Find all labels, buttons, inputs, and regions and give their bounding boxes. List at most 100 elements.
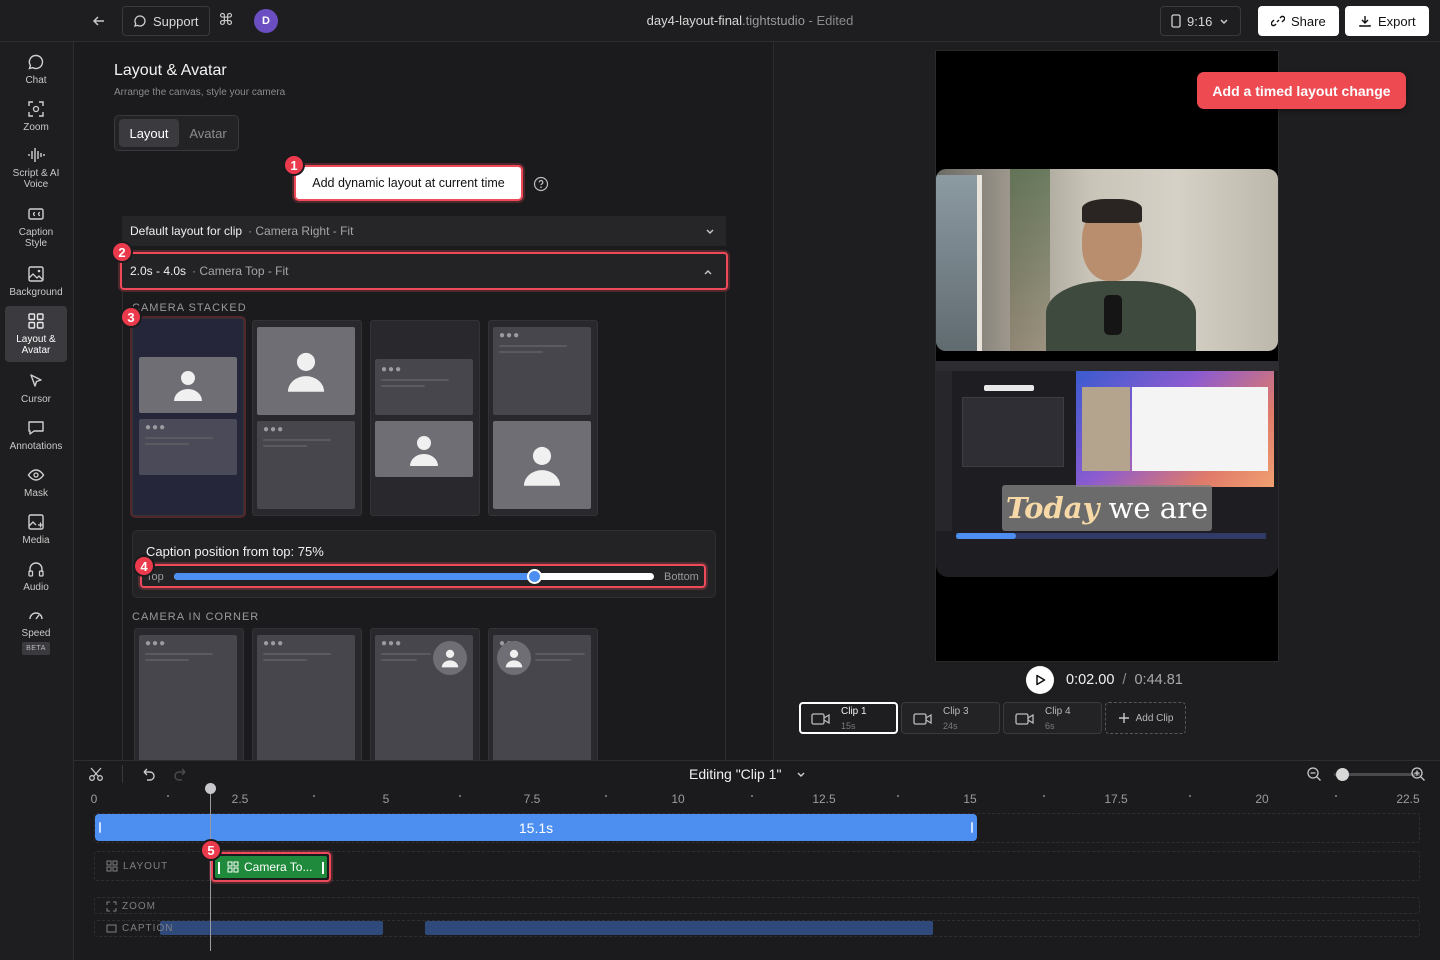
layout-segment-row[interactable]: 2.0s - 4.0s · Camera Top - Fit bbox=[120, 252, 728, 290]
chip-handle-left[interactable] bbox=[218, 862, 220, 874]
top-bar: Support ⌘ D day4-layout-final.tightstudi… bbox=[0, 0, 1440, 42]
clip-bar[interactable]: 15.1s bbox=[95, 814, 977, 841]
layout-track-text: LAYOUT bbox=[123, 860, 169, 872]
sidebar-item-layout-avatar[interactable]: Layout & Avatar bbox=[5, 306, 67, 362]
chip-handle-right[interactable] bbox=[322, 862, 324, 874]
tool-sidebar: Chat Zoom Script & AI Voice Caption Styl… bbox=[0, 42, 74, 960]
add-clip-button[interactable]: Add Clip bbox=[1105, 702, 1186, 734]
content-line bbox=[535, 653, 585, 655]
caption-segment[interactable] bbox=[425, 921, 933, 935]
sidebar-item-label: Layout & Avatar bbox=[16, 334, 56, 356]
person-icon bbox=[287, 352, 325, 392]
layout-chip-label: Camera To... bbox=[244, 860, 313, 874]
caption-segment[interactable] bbox=[160, 921, 383, 935]
ruler-minor-tick bbox=[1189, 795, 1191, 797]
content-line bbox=[263, 653, 331, 655]
video-canvas[interactable]: Today we are bbox=[935, 50, 1279, 662]
layout-segment-chip[interactable]: Camera To... bbox=[211, 852, 331, 882]
layout-option-camera-top-fill[interactable]: ●●● bbox=[252, 320, 362, 516]
back-button[interactable] bbox=[88, 11, 110, 31]
clip-chip-4[interactable]: Clip 4 6s bbox=[1003, 702, 1102, 734]
tab-avatar[interactable]: Avatar bbox=[183, 119, 233, 147]
ruler-minor-tick bbox=[459, 795, 461, 797]
corner-avatar bbox=[433, 641, 467, 675]
eye-icon bbox=[27, 468, 45, 481]
export-label: Export bbox=[1378, 13, 1416, 29]
sidebar-item-chat[interactable]: Chat bbox=[5, 48, 67, 90]
caption-overlay[interactable]: Today we are bbox=[1002, 485, 1212, 531]
sidebar-item-label: Chat bbox=[25, 74, 47, 86]
sidebar-item-caption-style[interactable]: Caption Style bbox=[5, 201, 67, 253]
play-button[interactable] bbox=[1026, 666, 1054, 694]
sidebar-item-label: Speed bbox=[21, 627, 51, 639]
layout-option-camera-bottom[interactable]: ●●● bbox=[370, 320, 480, 516]
clip-handle-left[interactable] bbox=[99, 822, 101, 833]
user-avatar[interactable]: D bbox=[254, 9, 278, 33]
layout-track-label: LAYOUT bbox=[106, 860, 168, 872]
sidebar-item-audio[interactable]: Audio bbox=[5, 555, 67, 597]
sidebar-item-label: Script & AI Voice bbox=[12, 168, 60, 190]
sidebar-item-zoom[interactable]: Zoom bbox=[5, 95, 67, 137]
sidebar-item-label: Annotations bbox=[9, 440, 63, 452]
support-button[interactable]: Support bbox=[122, 6, 210, 36]
time-separator: / bbox=[1122, 672, 1127, 688]
recorded-toolbar bbox=[936, 361, 1278, 371]
clip-chip-1[interactable]: Clip 1 15s bbox=[799, 702, 898, 734]
zoom-track bbox=[94, 897, 1420, 914]
layout-option-corner-2[interactable]: ●●● bbox=[252, 628, 362, 760]
layout-option-corner-4[interactable]: ●●● bbox=[488, 628, 598, 760]
sidebar-item-speed[interactable]: Speed BETA bbox=[5, 602, 67, 658]
panel-subtitle: Arrange the canvas, style your camera bbox=[114, 87, 286, 98]
ruler-tick-label: 20 bbox=[1255, 792, 1269, 806]
clip-chip-3[interactable]: Clip 3 24s bbox=[901, 702, 1000, 734]
arrow-left-icon bbox=[92, 16, 104, 26]
annotation-icon bbox=[28, 420, 44, 435]
person-hair bbox=[1082, 199, 1142, 223]
media-icon bbox=[28, 513, 44, 530]
playhead-knob[interactable] bbox=[205, 783, 216, 794]
sidebar-item-label: Audio bbox=[23, 581, 49, 593]
chevron-up-icon bbox=[704, 270, 712, 275]
tab-layout[interactable]: Layout bbox=[119, 119, 179, 147]
default-layout-row[interactable]: Default layout for clip · Camera Right -… bbox=[122, 216, 726, 246]
headphones-icon bbox=[28, 561, 44, 577]
sidebar-item-media[interactable]: Media bbox=[5, 508, 67, 550]
command-button[interactable]: ⌘ bbox=[218, 10, 234, 30]
sidebar-item-cursor[interactable]: Cursor bbox=[5, 367, 67, 409]
plus-icon bbox=[1118, 713, 1129, 723]
aspect-ratio-dropdown[interactable]: 9:16 bbox=[1160, 6, 1242, 36]
content-line bbox=[499, 351, 543, 353]
caption-position-slider[interactable] bbox=[174, 569, 654, 584]
sidebar-item-annotations[interactable]: Annotations bbox=[5, 414, 67, 456]
window-dots: ●●● bbox=[145, 422, 167, 433]
slider-thumb[interactable] bbox=[527, 569, 542, 584]
clip-name: Clip 1 bbox=[841, 706, 867, 717]
layout-option-corner-1[interactable]: ●●● bbox=[134, 628, 244, 760]
clip-handle-right[interactable] bbox=[971, 822, 973, 833]
content-line bbox=[381, 653, 431, 655]
step-badge-1: 1 bbox=[283, 154, 305, 176]
layout-option-camera-top[interactable]: ●●● bbox=[132, 318, 244, 516]
recorded-panel bbox=[962, 397, 1064, 467]
content-line bbox=[263, 445, 307, 447]
default-layout-value: · Camera Right - Fit bbox=[248, 224, 354, 238]
layout-option-camera-bottom-fill[interactable]: ●●● bbox=[488, 320, 598, 516]
share-button[interactable]: Share bbox=[1258, 6, 1339, 36]
sidebar-item-script-voice[interactable]: Script & AI Voice bbox=[5, 142, 67, 194]
sidebar-item-background[interactable]: Background bbox=[5, 260, 67, 302]
ruler-minor-tick bbox=[167, 795, 169, 797]
wall-shelf bbox=[1010, 169, 1050, 351]
question-circle-icon bbox=[533, 176, 549, 192]
add-dynamic-layout-button[interactable]: Add dynamic layout at current time bbox=[294, 165, 523, 201]
layout-option-corner-3[interactable]: ●●● bbox=[370, 628, 480, 760]
cursor-icon bbox=[30, 373, 42, 387]
ruler-tick-label: 22.5 bbox=[1396, 792, 1420, 806]
export-button[interactable]: Export bbox=[1345, 6, 1429, 36]
sidebar-item-mask[interactable]: Mask bbox=[5, 461, 67, 503]
playhead[interactable] bbox=[205, 783, 216, 951]
content-line bbox=[145, 437, 213, 439]
ruler-minor-tick bbox=[751, 795, 753, 797]
help-button[interactable] bbox=[533, 176, 549, 197]
camera-stacked-label: CAMERA STACKED bbox=[132, 302, 247, 314]
step-badge-4: 4 bbox=[133, 555, 155, 577]
